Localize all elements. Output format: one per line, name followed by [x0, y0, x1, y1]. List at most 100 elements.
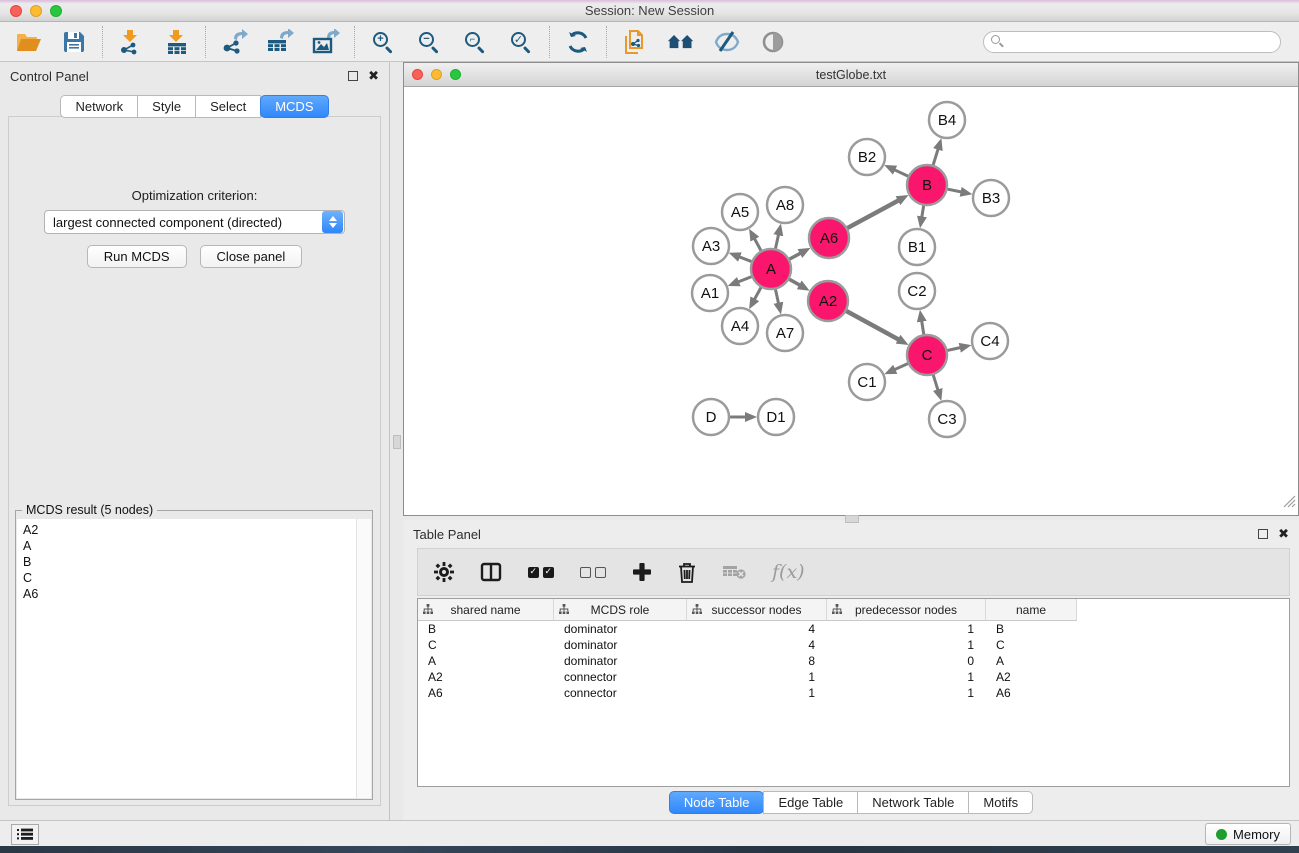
graph-edge-A6-B[interactable] [845, 200, 899, 229]
memory-status-icon [1216, 829, 1227, 840]
export-table-icon[interactable] [266, 28, 294, 56]
panel-divider[interactable] [391, 62, 403, 820]
graph-node-label-B4: B4 [938, 112, 956, 129]
tab-node-table[interactable]: Node Table [669, 791, 765, 814]
tab-motifs[interactable]: Motifs [968, 791, 1033, 814]
search-input[interactable] [983, 31, 1281, 53]
table-row[interactable]: A dominator 8 0 A [418, 653, 1289, 669]
export-image-icon[interactable] [312, 28, 340, 56]
column-header-name[interactable]: name [986, 599, 1077, 621]
tab-mcds[interactable]: MCDS [260, 95, 328, 118]
tab-network-table[interactable]: Network Table [857, 791, 969, 814]
add-row-icon[interactable] [632, 562, 652, 582]
table-panel: Table Panel ✖ f(x) [403, 520, 1299, 820]
network-window-titlebar[interactable]: testGlobe.txt [404, 63, 1298, 87]
network-window-title: testGlobe.txt [404, 68, 1298, 82]
memory-button[interactable]: Memory [1205, 823, 1291, 845]
column-header-successor-nodes[interactable]: successor nodes [687, 599, 827, 621]
run-mcds-button[interactable]: Run MCDS [87, 245, 187, 268]
zoom-selected-icon[interactable]: ✓ [507, 28, 535, 56]
graph-edge-A2-C[interactable] [844, 310, 899, 340]
table-row[interactable]: A6 connector 1 1 A6 [418, 685, 1289, 701]
table-row[interactable]: B dominator 4 1 B [418, 621, 1289, 637]
memory-label: Memory [1233, 827, 1280, 842]
tab-style[interactable]: Style [137, 95, 196, 118]
export-network-icon[interactable] [220, 28, 248, 56]
table-row[interactable]: A2 connector 1 1 A2 [418, 669, 1289, 685]
search-icon [991, 35, 1000, 44]
node-table[interactable]: shared name MCDS role successor nodes pr… [417, 598, 1290, 787]
graph-node-label-C3: C3 [937, 411, 956, 428]
horizontal-divider-gripper[interactable] [845, 515, 859, 523]
result-item[interactable]: A [23, 538, 356, 554]
task-history-button[interactable] [11, 824, 39, 845]
main-toolbar: + − ⌐ ✓ [0, 22, 1299, 62]
list-icon [17, 828, 33, 841]
delete-table-icon[interactable] [722, 563, 746, 581]
session-title: Session: New Session [0, 3, 1299, 18]
column-header-mcds-role[interactable]: MCDS role [554, 599, 687, 621]
graph-node-label-C1: C1 [857, 374, 876, 391]
show-all-networks-icon[interactable] [667, 28, 695, 56]
tab-select[interactable]: Select [195, 95, 261, 118]
open-session-icon[interactable] [14, 28, 42, 56]
float-table-panel-icon[interactable] [1258, 529, 1268, 539]
graph-node-label-A: A [766, 261, 776, 278]
result-item[interactable]: B [23, 554, 356, 570]
duplicate-network-icon[interactable] [621, 28, 649, 56]
mcds-result-groupbox: MCDS result (5 nodes) A2 A B C A6 [15, 510, 373, 800]
criterion-dropdown[interactable]: largest connected component (directed) [44, 210, 345, 234]
graph-node-label-A8: A8 [776, 197, 794, 214]
tab-network[interactable]: Network [60, 95, 138, 118]
network-graph[interactable]: AA1A3A5A8A4A7A6A2BB2B4B3B1CC2C4C1C3DD1 [404, 87, 1298, 515]
zoom-out-icon[interactable]: − [415, 28, 443, 56]
result-item[interactable]: A6 [23, 586, 356, 602]
graph-node-label-A1: A1 [701, 285, 719, 302]
result-list-scrollbar[interactable] [356, 519, 371, 798]
hide-graphics-details-icon[interactable] [713, 28, 741, 56]
graph-node-label-B: B [922, 177, 932, 194]
select-all-checkboxes-icon[interactable] [528, 567, 554, 578]
divider-gripper[interactable] [393, 435, 401, 449]
tab-edge-table[interactable]: Edge Table [763, 791, 858, 814]
close-table-panel-icon[interactable]: ✖ [1278, 529, 1289, 539]
table-toolbar: f(x) [417, 548, 1290, 596]
mcds-result-title: MCDS result (5 nodes) [22, 503, 157, 517]
delete-rows-icon[interactable] [678, 562, 696, 583]
control-panel-title: Control Panel [10, 69, 89, 84]
toggle-columns-icon[interactable] [480, 562, 502, 582]
import-network-icon[interactable] [117, 28, 145, 56]
table-row[interactable]: C dominator 4 1 C [418, 637, 1289, 653]
zoom-fit-icon[interactable]: ⌐ [461, 28, 489, 56]
graph-node-label-A2: A2 [819, 293, 837, 310]
settings-gear-icon[interactable] [434, 562, 454, 582]
result-item[interactable]: A2 [23, 522, 356, 538]
result-item[interactable]: C [23, 570, 356, 586]
column-header-predecessor-nodes[interactable]: predecessor nodes [827, 599, 986, 621]
zoom-in-icon[interactable]: + [369, 28, 397, 56]
graph-node-label-C2: C2 [907, 283, 926, 300]
toggle-graphics-details-icon[interactable] [759, 28, 787, 56]
graph-node-label-C: C [922, 347, 933, 364]
graph-node-label-B3: B3 [982, 190, 1000, 207]
refresh-icon[interactable] [564, 28, 592, 56]
graph-node-label-A7: A7 [776, 325, 794, 342]
function-builder-icon[interactable]: f(x) [772, 561, 805, 583]
control-panel-tabs: Network Style Select MCDS [0, 95, 389, 118]
resize-grip-icon[interactable] [1283, 495, 1296, 513]
float-panel-icon[interactable] [348, 71, 358, 81]
close-panel-icon[interactable]: ✖ [368, 71, 379, 81]
close-panel-button[interactable]: Close panel [200, 245, 303, 268]
graph-node-label-A4: A4 [731, 318, 749, 335]
main-titlebar: Session: New Session [0, 0, 1299, 22]
import-table-icon[interactable] [163, 28, 191, 56]
graph-node-label-B2: B2 [858, 149, 876, 166]
column-header-shared-name[interactable]: shared name [418, 599, 554, 621]
deselect-all-checkboxes-icon[interactable] [580, 567, 606, 578]
graph-node-label-A3: A3 [702, 238, 720, 255]
desktop-wallpaper [0, 846, 1299, 853]
network-view-window: testGlobe.txt AA1A3A5A8A4A7A6A2BB2B4B3B1… [403, 62, 1299, 516]
application-window: Session: New Session [0, 0, 1299, 853]
save-session-icon[interactable] [60, 28, 88, 56]
network-canvas[interactable]: AA1A3A5A8A4A7A6A2BB2B4B3B1CC2C4C1C3DD1 [404, 87, 1298, 515]
